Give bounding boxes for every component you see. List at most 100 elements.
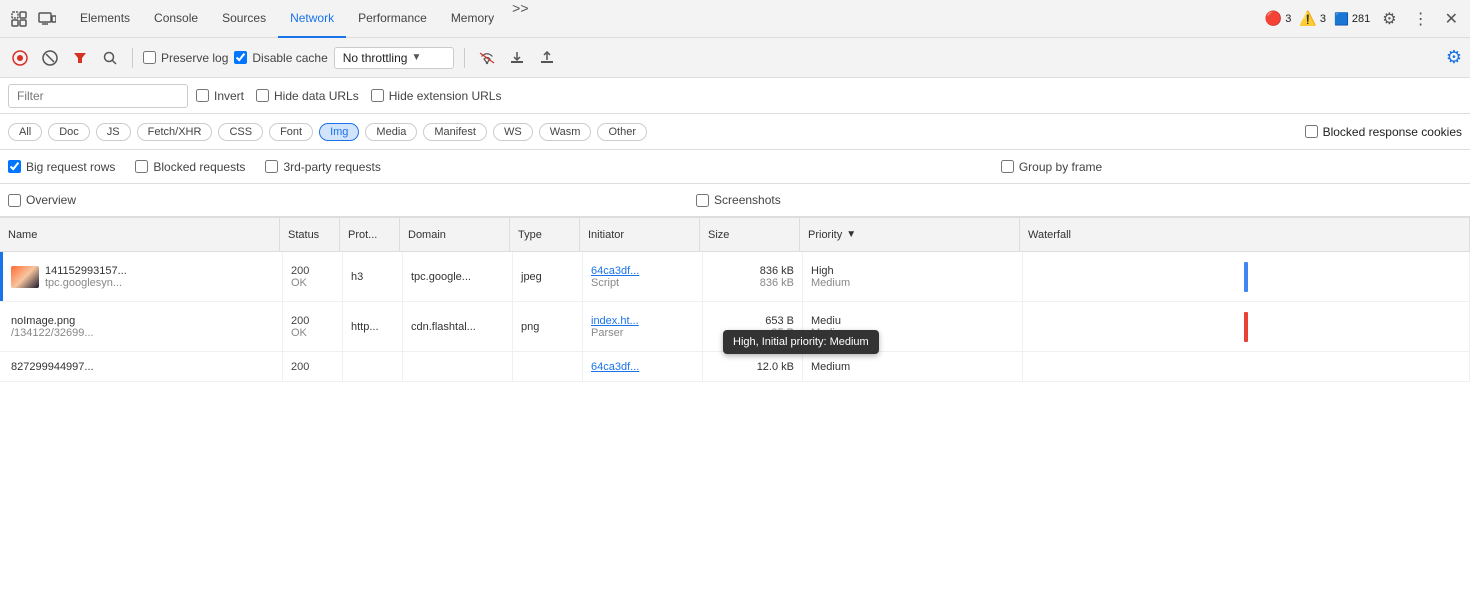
- table-row[interactable]: 827299944997... 200 64ca3df... 12.0 kB M…: [0, 352, 1470, 382]
- th-initiator[interactable]: Initiator: [580, 218, 700, 252]
- hide-data-urls-checkbox[interactable]: Hide data URLs: [256, 89, 359, 103]
- type-btn-fetch-xhr[interactable]: Fetch/XHR: [137, 123, 213, 141]
- name-primary-1: 141152993157...: [45, 265, 127, 277]
- initiator-link-1[interactable]: 64ca3df...: [591, 265, 694, 277]
- th-domain[interactable]: Domain: [400, 218, 510, 252]
- warning-icon: ⚠️: [1299, 10, 1316, 27]
- clear-button[interactable]: [38, 46, 62, 70]
- type-btn-font[interactable]: Font: [269, 123, 313, 141]
- th-type[interactable]: Type: [510, 218, 580, 252]
- type-btn-ws[interactable]: WS: [493, 123, 533, 141]
- table-row[interactable]: noImage.png /134122/32699... 200 OK http…: [0, 302, 1470, 352]
- overview-checkbox[interactable]: Overview: [8, 193, 76, 207]
- tab-memory[interactable]: Memory: [439, 0, 506, 38]
- type-btn-other[interactable]: Other: [597, 123, 647, 141]
- initiator-sub-2: Parser: [591, 327, 694, 339]
- filter-row: Invert Hide data URLs Hide extension URL…: [0, 78, 1470, 114]
- initiator-link-3[interactable]: 64ca3df...: [591, 361, 694, 373]
- disable-cache-checkbox[interactable]: Disable cache: [234, 51, 327, 65]
- td-name-1: 141152993157... tpc.googlesyn...: [3, 252, 283, 301]
- cursor-icon[interactable]: [8, 8, 30, 30]
- type-btn-doc[interactable]: Doc: [48, 123, 90, 141]
- type-btn-all[interactable]: All: [8, 123, 42, 141]
- error-badge: 🔴 3: [1265, 10, 1292, 27]
- filter-input[interactable]: [8, 84, 188, 108]
- more-options-icon[interactable]: ⋮: [1409, 5, 1433, 33]
- screenshots-input[interactable]: [696, 194, 709, 207]
- tab-sources[interactable]: Sources: [210, 0, 278, 38]
- blocked-requests-input[interactable]: [135, 160, 148, 173]
- filter-toggle-button[interactable]: [68, 46, 92, 70]
- hide-extension-urls-input[interactable]: [371, 89, 384, 102]
- th-waterfall[interactable]: Waterfall: [1020, 218, 1470, 252]
- th-priority[interactable]: Priority ▼: [800, 218, 1020, 252]
- tab-performance[interactable]: Performance: [346, 0, 439, 38]
- th-status[interactable]: Status: [280, 218, 340, 252]
- priority-tooltip: High, Initial priority: Medium: [723, 330, 879, 354]
- priority-primary-3: Medium: [811, 361, 1014, 373]
- invert-checkbox[interactable]: Invert: [196, 89, 244, 103]
- hide-extension-urls-checkbox[interactable]: Hide extension URLs: [371, 89, 502, 103]
- initiator-link-2[interactable]: index.ht...: [591, 315, 694, 327]
- type-btn-js[interactable]: JS: [96, 123, 131, 141]
- third-party-checkbox[interactable]: 3rd-party requests: [265, 160, 380, 174]
- offline-icon[interactable]: [475, 46, 499, 70]
- table-row[interactable]: 141152993157... tpc.googlesyn... 200 OK …: [0, 252, 1470, 302]
- preserve-log-input[interactable]: [143, 51, 156, 64]
- td-domain-3: [403, 352, 513, 381]
- blocked-cookies-checkbox[interactable]: Blocked response cookies: [1305, 125, 1462, 139]
- more-tabs-button[interactable]: >>: [506, 0, 534, 38]
- group-by-frame-checkbox[interactable]: Group by frame: [1001, 160, 1102, 174]
- third-party-input[interactable]: [265, 160, 278, 173]
- td-status-2: 200 OK: [283, 302, 343, 351]
- preserve-log-checkbox[interactable]: Preserve log: [143, 51, 228, 65]
- responsive-icon[interactable]: [36, 8, 58, 30]
- tab-bar-icons: [8, 8, 58, 30]
- th-size[interactable]: Size: [700, 218, 800, 252]
- size-secondary-1: 836 kB: [711, 277, 794, 289]
- size-primary-1: 836 kB: [711, 265, 794, 277]
- screenshots-checkbox[interactable]: Screenshots: [696, 193, 781, 207]
- tab-bar-right: 🔴 3 ⚠️ 3 🟦 281 ⚙ ⋮ ✕: [1265, 5, 1462, 33]
- td-name-3: 827299944997...: [3, 352, 283, 381]
- type-btn-manifest[interactable]: Manifest: [423, 123, 487, 141]
- priority-primary-1: High: [811, 265, 1014, 277]
- name-secondary-1: tpc.googlesyn...: [45, 277, 127, 289]
- disable-cache-input[interactable]: [234, 51, 247, 64]
- td-priority-2: Mediu Medium High, Initial priority: Med…: [803, 302, 1023, 351]
- size-primary-2: 653 B: [711, 315, 794, 327]
- hide-data-urls-input[interactable]: [256, 89, 269, 102]
- network-settings-icon[interactable]: ⚙: [1446, 47, 1462, 68]
- big-request-rows-input[interactable]: [8, 160, 21, 173]
- big-request-rows-checkbox[interactable]: Big request rows: [8, 160, 115, 174]
- group-by-frame-input[interactable]: [1001, 160, 1014, 173]
- tab-console[interactable]: Console: [142, 0, 210, 38]
- type-btn-css[interactable]: CSS: [218, 123, 263, 141]
- th-name[interactable]: Name: [0, 218, 280, 252]
- devtools-tabs: Elements Console Sources Network Perform…: [68, 0, 535, 38]
- search-button[interactable]: [98, 46, 122, 70]
- blocked-cookies-input[interactable]: [1305, 125, 1318, 138]
- overview-input[interactable]: [8, 194, 21, 207]
- settings-icon[interactable]: ⚙: [1378, 5, 1400, 33]
- error-count: 3: [1285, 13, 1291, 25]
- type-btn-img[interactable]: Img: [319, 123, 359, 141]
- status-primary-3: 200: [291, 361, 334, 373]
- close-devtools-icon[interactable]: ✕: [1441, 5, 1462, 33]
- throttle-select[interactable]: No throttling ▼: [334, 47, 454, 69]
- tab-elements[interactable]: Elements: [68, 0, 142, 38]
- export-button[interactable]: [535, 46, 559, 70]
- import-button[interactable]: [505, 46, 529, 70]
- status-primary-2: 200: [291, 315, 334, 327]
- td-type-1: jpeg: [513, 252, 583, 301]
- th-protocol[interactable]: Prot...: [340, 218, 400, 252]
- options-right: Group by frame: [1001, 160, 1102, 174]
- td-waterfall-1: [1023, 252, 1470, 301]
- type-btn-wasm[interactable]: Wasm: [539, 123, 592, 141]
- stop-recording-button[interactable]: [8, 46, 32, 70]
- image-thumbnail: [11, 266, 39, 288]
- type-btn-media[interactable]: Media: [365, 123, 417, 141]
- invert-input[interactable]: [196, 89, 209, 102]
- blocked-requests-checkbox[interactable]: Blocked requests: [135, 160, 245, 174]
- tab-network[interactable]: Network: [278, 0, 346, 38]
